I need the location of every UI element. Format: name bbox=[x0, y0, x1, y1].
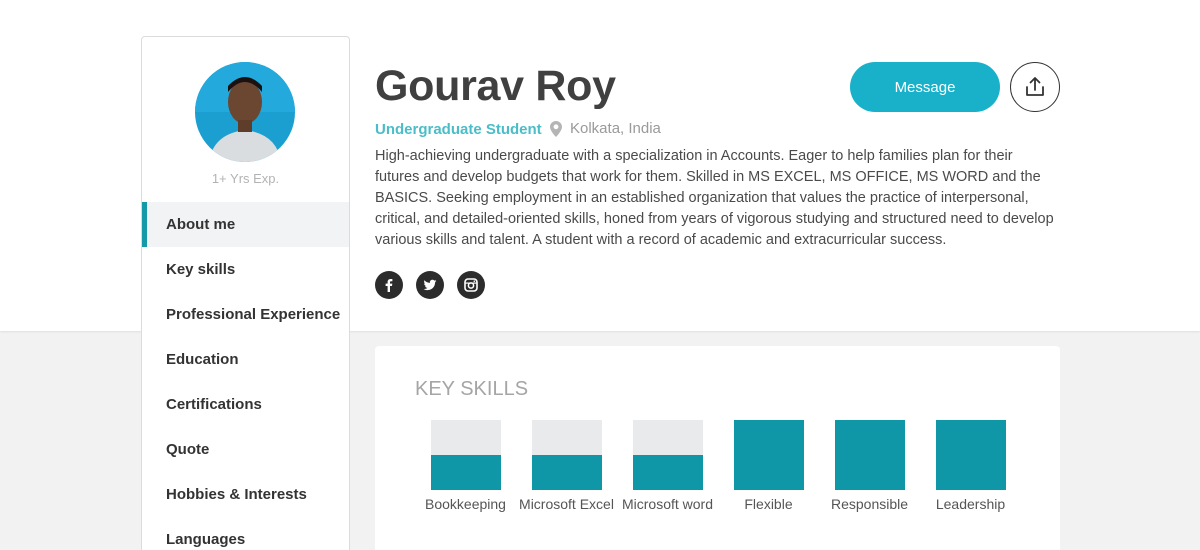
skill-item: Microsoft Excel bbox=[516, 420, 617, 513]
sidebar-item-hobbies-interests[interactable]: Hobbies & Interests bbox=[142, 472, 349, 517]
facebook-link[interactable] bbox=[375, 271, 403, 299]
skill-level-bar bbox=[531, 420, 602, 490]
skill-level-fill bbox=[430, 455, 501, 490]
share-button[interactable] bbox=[1010, 62, 1060, 112]
skill-level-fill bbox=[531, 455, 602, 490]
sidebar-item-key-skills[interactable]: Key skills bbox=[142, 247, 349, 292]
skill-label: Bookkeeping bbox=[425, 496, 506, 512]
profile-role: Undergraduate Student bbox=[375, 121, 542, 138]
avatar bbox=[195, 62, 295, 162]
skill-label: Responsible bbox=[830, 496, 909, 512]
twitter-icon bbox=[423, 279, 437, 291]
profile-bio: High-achieving undergraduate with a spec… bbox=[375, 148, 1054, 248]
sidebar-item-certifications[interactable]: Certifications bbox=[142, 382, 349, 427]
skill-label: Microsoft Excel bbox=[519, 496, 614, 512]
twitter-link[interactable] bbox=[416, 271, 444, 299]
skill-item: Flexible bbox=[718, 420, 819, 513]
instagram-icon bbox=[464, 278, 478, 292]
skill-level-fill bbox=[733, 420, 804, 490]
skill-level-bar bbox=[632, 420, 703, 490]
skill-level-bar bbox=[430, 420, 501, 490]
sidebar-item-professional-experience[interactable]: Professional Experience bbox=[142, 292, 349, 337]
skill-level-fill bbox=[935, 420, 1006, 490]
sidebar-item-education[interactable]: Education bbox=[142, 337, 349, 382]
skill-item: Leadership bbox=[920, 420, 1021, 513]
instagram-link[interactable] bbox=[457, 271, 485, 299]
location-text: Kolkata, India bbox=[570, 120, 661, 137]
share-upload-icon bbox=[1026, 77, 1044, 96]
sidebar-item-about-me[interactable]: About me bbox=[142, 202, 349, 247]
sidebar-nav: About me Key skills Professional Experienc… bbox=[142, 202, 349, 550]
skill-item: Bookkeeping bbox=[415, 420, 516, 513]
key-skills-title: KEY SKILLS bbox=[415, 378, 529, 400]
key-skills-card: KEY SKILLS Bookkeeping Microsoft Excel Mic… bbox=[375, 346, 1060, 550]
key-skills-list: Bookkeeping Microsoft Excel Microsoft word… bbox=[415, 420, 1021, 513]
sidebar-item-quote[interactable]: Quote bbox=[142, 427, 349, 472]
skill-label: Flexible bbox=[744, 496, 793, 512]
location-pin-icon bbox=[550, 120, 562, 137]
skill-label: Leadership bbox=[935, 496, 1006, 512]
skill-level-bar bbox=[733, 420, 804, 490]
profile-location: Kolkata, India bbox=[550, 120, 661, 137]
skill-level-bar bbox=[935, 420, 1006, 490]
skill-item: Microsoft word bbox=[617, 420, 718, 513]
message-button[interactable]: Message bbox=[850, 62, 1000, 112]
skill-level-fill bbox=[632, 455, 703, 490]
profile-sidebar: 1+ Yrs Exp. About me Key skills Profession… bbox=[141, 36, 350, 550]
avatar-photo bbox=[195, 62, 295, 162]
experience-label: 1+ Yrs Exp. bbox=[211, 171, 280, 186]
profile-name: Gourav Roy bbox=[375, 62, 616, 110]
skill-level-bar bbox=[834, 420, 905, 490]
social-links bbox=[375, 271, 485, 299]
skill-label: Microsoft word bbox=[621, 496, 714, 512]
skill-item: Responsible bbox=[819, 420, 920, 513]
skill-level-fill bbox=[834, 420, 905, 490]
facebook-icon bbox=[385, 279, 393, 292]
sidebar-item-languages[interactable]: Languages bbox=[142, 517, 349, 550]
